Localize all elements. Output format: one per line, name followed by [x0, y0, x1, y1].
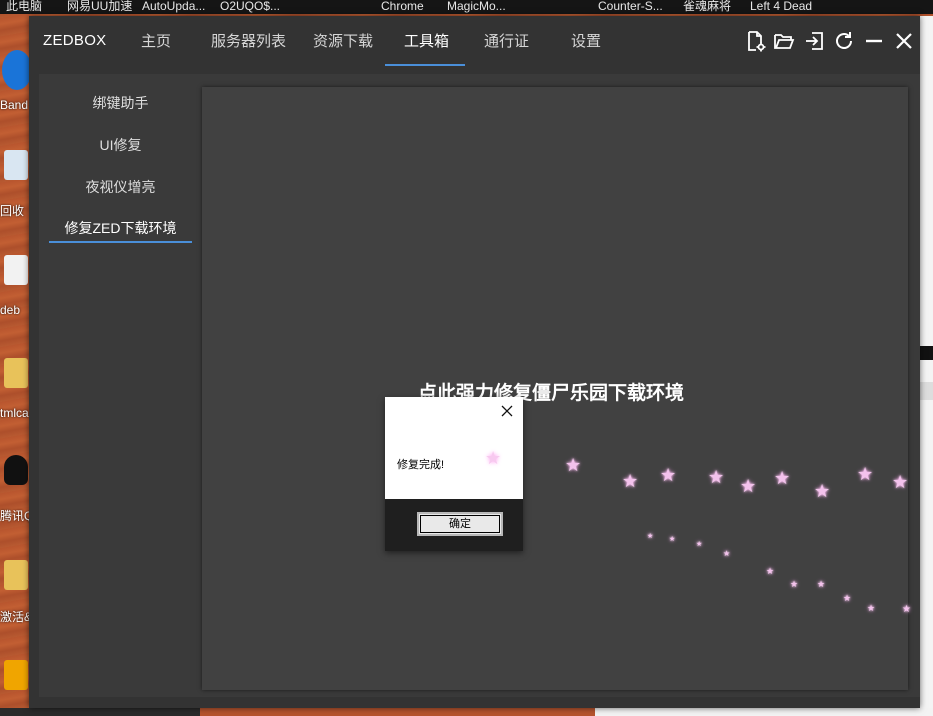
background-window-edge: [920, 346, 933, 360]
sparkle-star-icon: ★: [774, 468, 791, 488]
active-tab-indicator: [385, 64, 465, 66]
minimize-icon[interactable]: [863, 30, 885, 52]
refresh-icon[interactable]: [833, 30, 855, 52]
sidebar-item-keybind-helper[interactable]: 绑键助手: [49, 93, 192, 113]
desktop-item[interactable]: 雀魂麻将: [683, 0, 731, 13]
sparkle-star-icon: ★: [647, 533, 654, 540]
sidebar-item-fix-zed-download[interactable]: 修复ZED下载环境: [49, 218, 192, 238]
tab-toolbox[interactable]: 工具箱: [404, 30, 449, 51]
desktop-icon-label: deb: [0, 303, 21, 317]
sparkle-star-icon: ★: [766, 566, 775, 576]
app-title: ZEDBOX: [43, 32, 107, 49]
desktop-strip-segment: [200, 708, 595, 716]
tab-settings[interactable]: 设置: [571, 30, 601, 51]
sidebar-item-ui-fix[interactable]: UI修复: [49, 135, 192, 155]
dialog-footer: 确定: [385, 499, 523, 551]
desktop-icon-label: 激活&: [0, 610, 33, 624]
desktop-top-bar: 此电脑 网易UU加速 AutoUpda... O2UQO$... Chrome …: [0, 0, 933, 14]
desktop-item[interactable]: Left 4 Dead: [750, 0, 812, 13]
desktop-item[interactable]: Chrome: [381, 0, 424, 13]
folder-open-icon[interactable]: [773, 30, 795, 52]
recycle-bin-icon: [4, 150, 28, 180]
desktop-item[interactable]: AutoUpda...: [142, 0, 205, 13]
dialog-close-icon[interactable]: [499, 403, 515, 419]
dialog-message: 修复完成!: [397, 459, 445, 471]
document-icon: [4, 255, 28, 285]
zedbox-window: ZEDBOX 主页 服务器列表 资源下载 工具箱 通行证 设置 绑键助手 UI修…: [29, 16, 920, 708]
desktop-item[interactable]: MagicMo...: [447, 0, 506, 13]
folder-icon: [4, 560, 28, 590]
sparkle-star-icon: ★: [892, 472, 909, 492]
desktop-item[interactable]: 网易UU加速: [67, 0, 132, 13]
background-window-edge: [920, 16, 933, 716]
sparkle-star-icon: ★: [708, 467, 725, 487]
sparkle-star-icon: ★: [696, 541, 703, 548]
tab-pass[interactable]: 通行证: [484, 30, 529, 51]
sparkle-star-icon: ★: [857, 464, 874, 484]
sparkle-star-icon: ★: [660, 465, 677, 485]
file-settings-icon[interactable]: [744, 30, 766, 52]
desktop-item[interactable]: 此电脑: [6, 0, 42, 13]
sparkle-star-icon: ★: [814, 481, 831, 501]
sparkle-star-icon: ★: [622, 471, 639, 491]
sparkle-star-icon: ★: [723, 549, 731, 558]
exit-icon[interactable]: [803, 30, 825, 52]
desktop-bottom-strip: [0, 708, 933, 716]
desktop-item[interactable]: Counter-S...: [598, 0, 663, 13]
desktop-icon-label: 回收: [0, 204, 25, 218]
sparkle-star-icon: ★: [817, 579, 826, 589]
sparkle-star-icon: ★: [843, 593, 852, 603]
active-sidebar-indicator: [49, 241, 192, 243]
app-icon: [4, 660, 28, 690]
sparkle-star-icon: ★: [485, 448, 502, 468]
sparkle-star-icon: ★: [902, 604, 911, 615]
folder-icon: [4, 358, 28, 388]
sparkle-star-icon: ★: [669, 536, 676, 543]
desktop-icon-label: tmlca: [0, 406, 29, 420]
tool-panel: 点此强力修复僵尸乐园下载环境: [202, 87, 908, 690]
tab-server-list[interactable]: 服务器列表: [211, 30, 286, 51]
toolbox-sidebar: 绑键助手 UI修复 夜视仪增亮 修复ZED下载环境: [39, 74, 204, 697]
desktop-item[interactable]: O2UQO$...: [220, 0, 280, 13]
sparkle-star-icon: ★: [867, 603, 876, 613]
completion-dialog: 修复完成! ★ 确定: [385, 397, 523, 551]
tab-home[interactable]: 主页: [141, 30, 171, 51]
tab-resource-download[interactable]: 资源下载: [313, 30, 373, 51]
sparkle-star-icon: ★: [790, 579, 799, 589]
title-bar[interactable]: ZEDBOX 主页 服务器列表 资源下载 工具箱 通行证 设置: [29, 16, 920, 72]
desktop-icon-label: Band: [0, 98, 29, 112]
desktop-strip-segment: [595, 708, 933, 716]
main-content: 绑键助手 UI修复 夜视仪增亮 修复ZED下载环境 点此强力修复僵尸乐园下载环境: [39, 74, 920, 697]
ok-button[interactable]: 确定: [417, 512, 503, 536]
background-window-edge: [920, 382, 933, 400]
sparkle-star-icon: ★: [565, 455, 582, 475]
app-icon: [2, 50, 32, 90]
sidebar-item-night-vision[interactable]: 夜视仪增亮: [49, 177, 192, 197]
qq-penguin-icon: [4, 455, 28, 485]
sparkle-star-icon: ★: [740, 476, 757, 496]
close-icon[interactable]: [893, 30, 915, 52]
